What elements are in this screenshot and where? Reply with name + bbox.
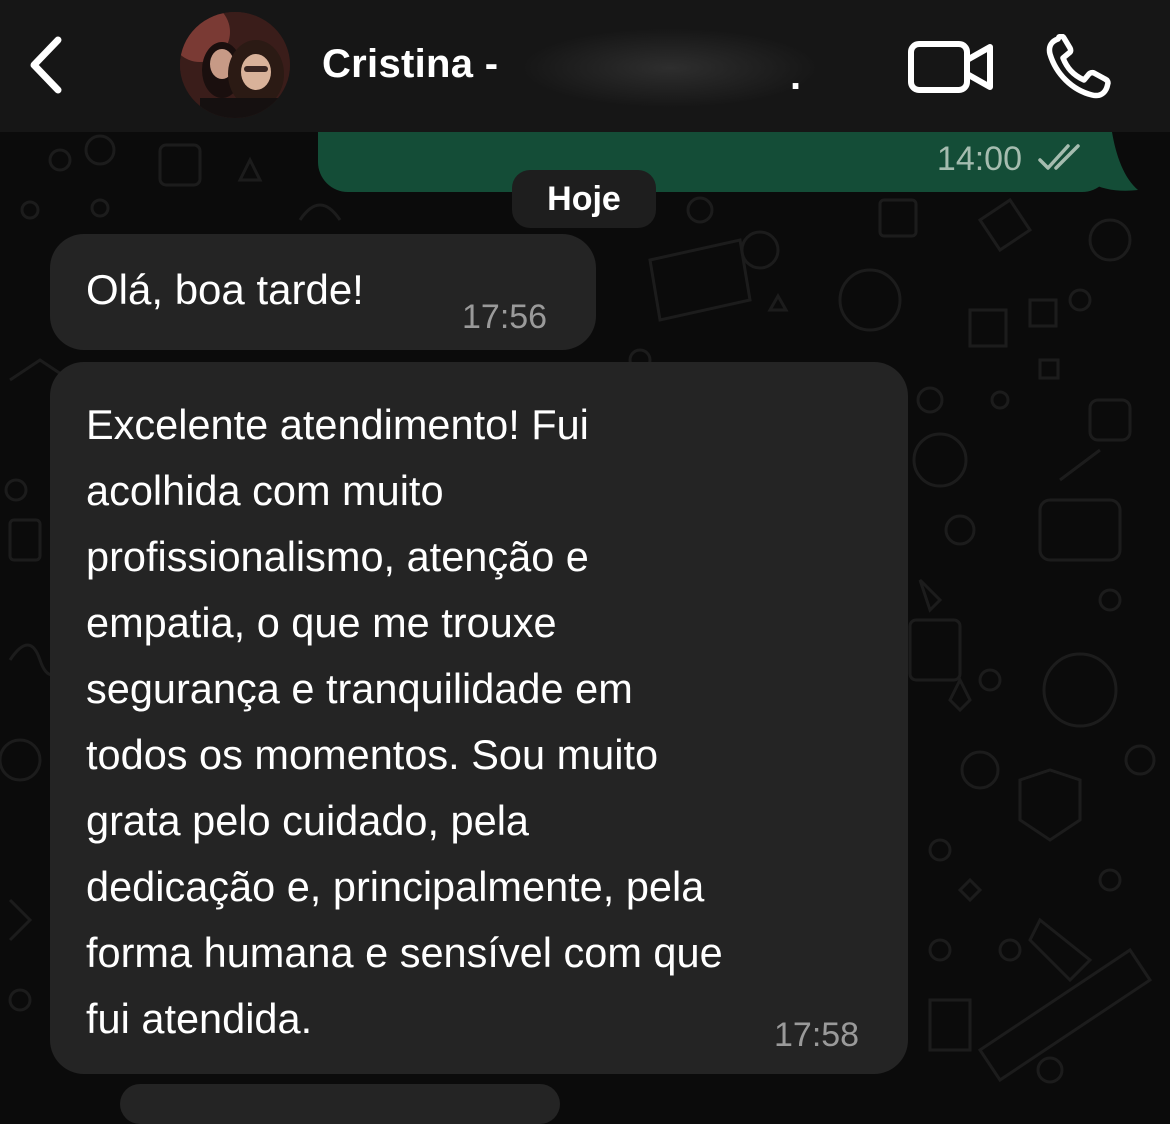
message-line: acolhida com muito [86,467,444,514]
message-line: segurança e tranquilidade em [86,665,633,712]
contact-avatar[interactable] [180,12,290,118]
message-line: forma humana e sensível com que [86,929,723,976]
incoming-message-bubble[interactable]: Olá, boa tarde! 17:56 [50,234,596,350]
voice-call-button[interactable] [1044,33,1114,100]
contact-name[interactable]: Cristina - [322,42,498,87]
message-line: profissionalismo, atenção e [86,533,589,580]
message-time: 14:00 [936,140,1022,178]
message-text: Olá, boa tarde! [86,266,364,313]
message-line: Excelente atendimento! Fui [86,401,589,448]
outgoing-message-bubble[interactable]: 14:00 [318,132,1112,192]
phone-call-icon [1046,33,1111,99]
double-check-icon [1038,144,1080,170]
message-text: Excelente atendimento! Fui acolhida com … [86,392,896,1052]
chevron-left-icon [30,36,62,94]
chat-header: Cristina - . [0,0,1170,132]
incoming-message-bubble[interactable]: Excelente atendimento! Fui acolhida com … [50,362,908,1074]
avatar-photo [180,12,290,118]
message-line: empatia, o que me trouxe [86,599,557,646]
video-call-icon [908,41,993,93]
redacted-name-area [520,28,820,108]
date-separator: Hoje [512,170,656,228]
message-line: grata pelo cuidado, pela [86,797,530,844]
bubble-tail [1090,132,1138,191]
partial-message-bubble[interactable] [120,1084,560,1124]
back-button[interactable] [20,34,72,96]
message-time: 17:58 [774,1016,860,1054]
message-time: 17:56 [462,298,548,336]
video-call-button[interactable] [906,36,996,98]
message-line: dedicação e, principalmente, pela [86,863,705,910]
contact-name-suffix: . [790,54,802,98]
message-line: todos os momentos. Sou muito [86,731,659,778]
